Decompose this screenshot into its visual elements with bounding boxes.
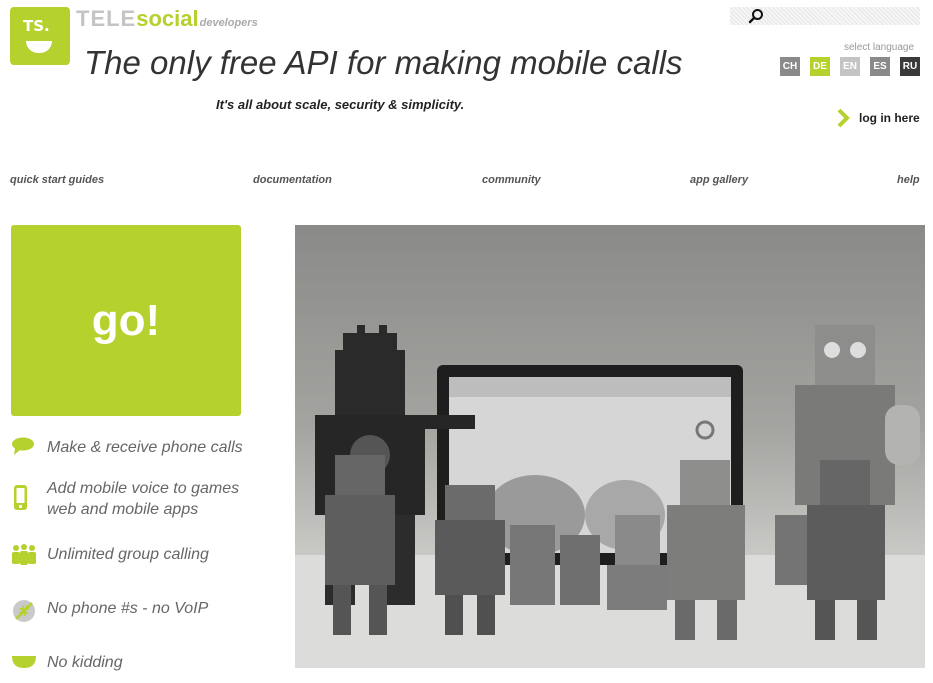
no-phone-icon: #	[13, 600, 35, 622]
go-button[interactable]: go!	[11, 225, 241, 416]
language-label: select language	[844, 42, 915, 53]
feature-text: Unlimited group calling	[47, 546, 209, 563]
nav-quick-start-guides[interactable]: quick start guides	[10, 174, 104, 186]
language-ch-button[interactable]: CH	[780, 57, 800, 76]
hero-image-robots	[295, 225, 925, 668]
logo-smile-icon	[26, 41, 52, 53]
language-es-button[interactable]: ES	[870, 57, 890, 76]
chevron-right-icon	[837, 108, 850, 128]
page-headline: The only free API for making mobile call…	[84, 44, 683, 81]
search-box[interactable]	[730, 7, 920, 25]
smile-icon	[12, 656, 36, 668]
logo[interactable]: TS.	[10, 7, 70, 65]
group-icon	[12, 544, 36, 565]
nav-help[interactable]: help	[897, 174, 920, 186]
nav-app-gallery[interactable]: app gallery	[690, 174, 748, 186]
speech-bubble-icon	[12, 437, 34, 455]
mobile-phone-icon	[14, 485, 27, 510]
brand-tele: TELE	[76, 6, 137, 31]
brand-social: social	[136, 6, 199, 31]
nav-community[interactable]: community	[482, 174, 541, 186]
nav-documentation[interactable]: documentation	[253, 174, 332, 186]
language-en-button[interactable]: EN	[840, 57, 860, 76]
logo-initials: TS.	[23, 17, 50, 35]
brand-developers: developers	[199, 17, 258, 29]
language-de-button[interactable]: DE	[810, 57, 830, 76]
brand-name[interactable]: TELEsocialdevelopers	[76, 6, 258, 32]
feature-text: No phone #s - no VoIP	[47, 600, 209, 617]
language-ru-button[interactable]: RU	[900, 57, 920, 76]
robots-illustration	[295, 325, 925, 668]
feature-text: No kidding	[47, 654, 123, 671]
tagline: It's all about scale, security & simplic…	[216, 97, 465, 112]
search-icon[interactable]	[748, 8, 764, 24]
feature-text-line-2: web and mobile apps	[47, 501, 199, 518]
feature-text: Make & receive phone calls	[47, 439, 243, 456]
login-label: log in here	[859, 111, 920, 125]
feature-text-line-1: Add mobile voice to games	[47, 480, 240, 497]
